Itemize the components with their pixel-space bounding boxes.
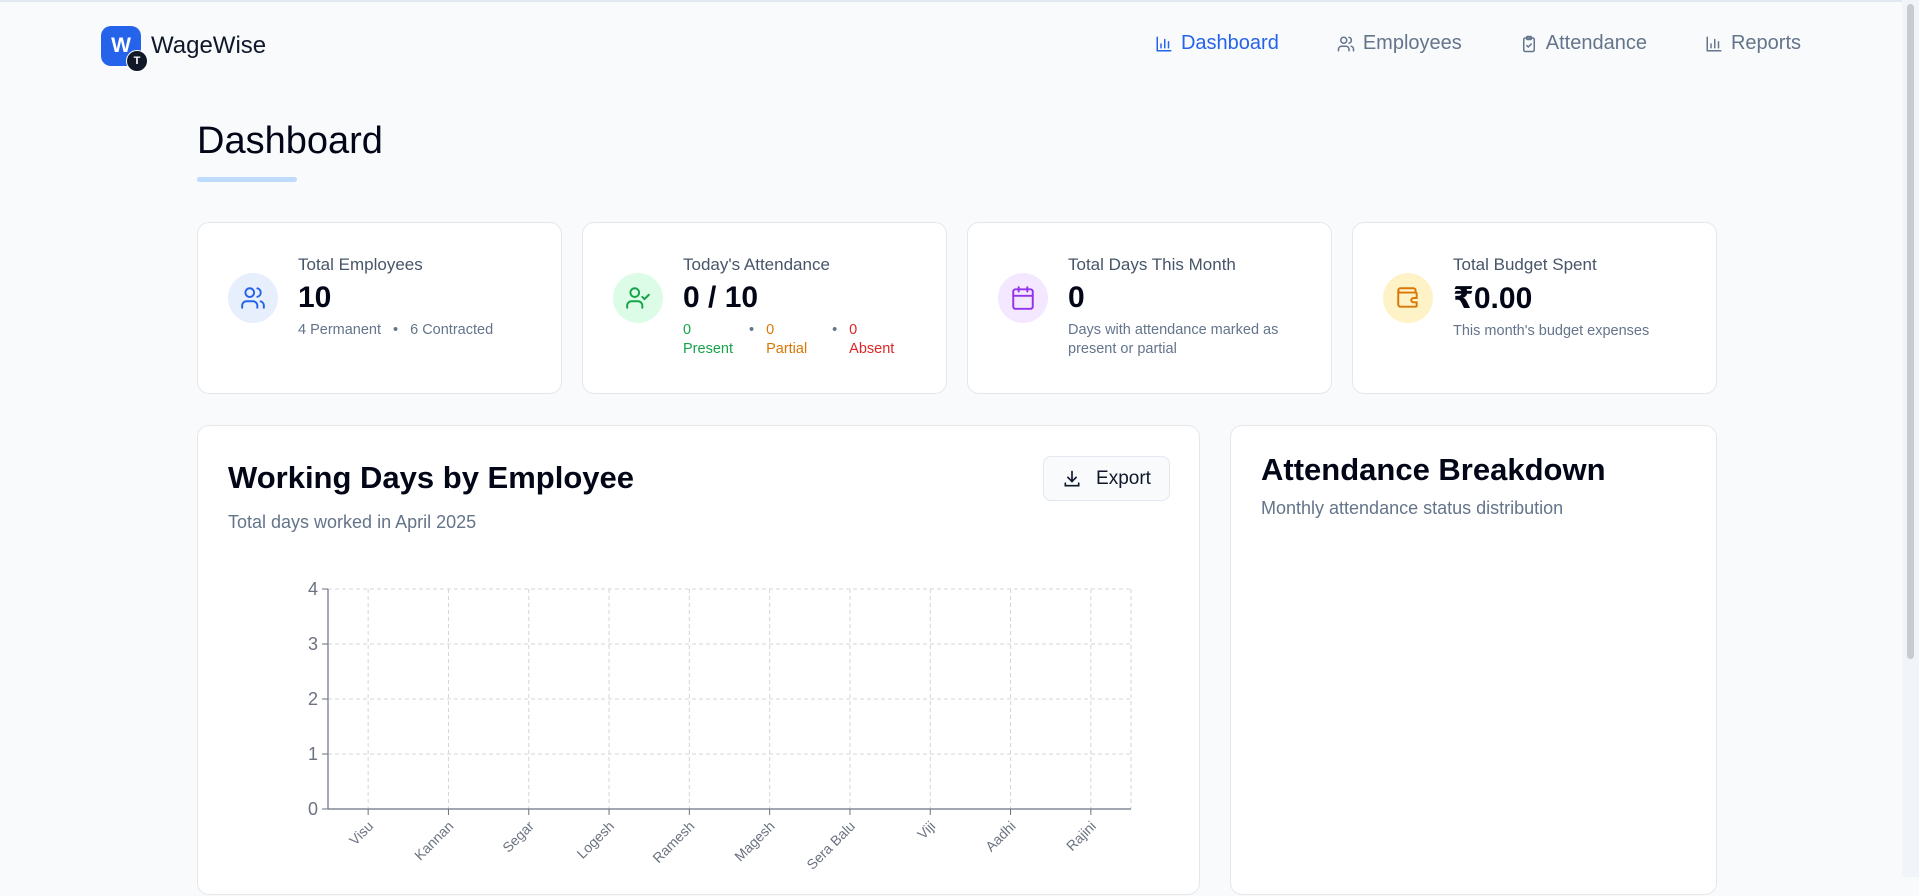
x-tick-label: Sera Balu — [803, 818, 858, 873]
total-employees-card: Total Employees 10 4 Permanent • 6 Contrac… — [197, 222, 562, 394]
x-tick-label: Aadhi — [982, 818, 1019, 855]
nav-dashboard-label: Dashboard — [1180, 32, 1279, 54]
x-tick-label: Logesh — [573, 818, 617, 862]
stat-value: ₹0.00 — [1453, 282, 1533, 315]
x-tick-label: Magesh — [731, 818, 778, 865]
calendar-icon — [998, 273, 1048, 323]
y-tick-label: 3 — [308, 634, 318, 654]
x-tick-label: Viji — [914, 818, 938, 842]
nav-employees[interactable]: Employees — [1337, 32, 1462, 55]
permanent-count: 4 Permanent — [298, 322, 382, 338]
logo: W T — [101, 26, 148, 72]
clipboard-check-icon — [1522, 35, 1535, 52]
absent-stat: 0 Absent — [849, 322, 895, 357]
logo-badge: T — [126, 50, 148, 72]
stat-value: 0 / 10 — [683, 281, 759, 314]
title-underline — [197, 177, 297, 182]
wallet-icon — [1383, 273, 1433, 323]
y-tick-label: 2 — [308, 689, 318, 709]
top-border — [0, 0, 1919, 2]
working-days-card: Working Days by Employee Total days work… — [197, 425, 1200, 895]
stat-label: Total Budget Spent — [1453, 255, 1597, 274]
todays-attendance-card: Today's Attendance 0 / 10 0 Present • 0 … — [582, 222, 947, 394]
attendance-breakdown-title: Attendance Breakdown — [1261, 452, 1606, 487]
user-check-icon — [613, 273, 663, 323]
y-tick-label: 1 — [308, 744, 318, 764]
x-tick-label: Ramesh — [649, 818, 697, 866]
x-tick-label: Segar — [499, 818, 537, 856]
stat-label: Total Employees — [298, 255, 423, 274]
bar-chart-icon — [1706, 36, 1722, 51]
stat-value: 0 — [1068, 281, 1085, 314]
contracted-count: 6 Contracted — [410, 322, 494, 338]
partial-stat: 0 Partial — [766, 322, 808, 357]
attendance-breakdown-subtitle: Monthly attendance status distribution — [1261, 498, 1564, 518]
stat-value: 10 — [298, 281, 332, 314]
stat-label: Total Days This Month — [1068, 255, 1236, 274]
x-tick-label: Visu — [346, 818, 376, 848]
attendance-breakdown-card: Attendance Breakdown Monthly attendance … — [1230, 425, 1717, 895]
bar-chart-icon — [1156, 36, 1172, 51]
total-days-card: Total Days This Month 0 Days with attend… — [967, 222, 1332, 394]
y-tick-label: 0 — [308, 799, 318, 819]
nav-employees-label: Employees — [1362, 32, 1462, 54]
nav-attendance-label: Attendance — [1545, 32, 1647, 54]
attendance-breakdown: 0 Present • 0 Partial • 0 Absent — [683, 321, 930, 359]
working-days-chart: 0 1 2 3 4 Visu Kannan Segar Logesh Ramesh Magesh Se… — [308, 579, 1132, 873]
present-stat: 0 Present — [683, 322, 733, 357]
main-nav: Dashboard Employees Attendance Reports — [1155, 32, 1801, 55]
nav-reports-label: Reports — [1730, 32, 1801, 54]
x-tick-label: Rajini — [1063, 818, 1099, 854]
stat-description: Days with attendance marked as present o… — [1068, 322, 1279, 357]
nav-attendance[interactable]: Attendance — [1520, 32, 1647, 55]
scrollbar-thumb[interactable] — [1907, 4, 1914, 659]
y-tick-label: 4 — [308, 579, 318, 599]
stat-description: This month's budget expenses — [1453, 323, 1650, 339]
stat-breakdown: 4 Permanent • 6 Contracted — [298, 322, 494, 338]
page-title: Dashboard — [197, 120, 383, 162]
brand-name: WageWise — [151, 32, 267, 59]
x-tick-label: Kannan — [411, 818, 456, 863]
users-icon — [228, 273, 278, 323]
users-icon — [1337, 36, 1355, 51]
stat-label: Today's Attendance — [683, 255, 830, 274]
nav-dashboard[interactable]: Dashboard — [1155, 32, 1279, 55]
brand[interactable]: W T WageWise — [101, 26, 267, 72]
scrollbar[interactable] — [1902, 0, 1919, 877]
nav-reports[interactable]: Reports — [1705, 32, 1801, 55]
total-budget-card: Total Budget Spent ₹0.00 This month's bu… — [1352, 222, 1717, 394]
